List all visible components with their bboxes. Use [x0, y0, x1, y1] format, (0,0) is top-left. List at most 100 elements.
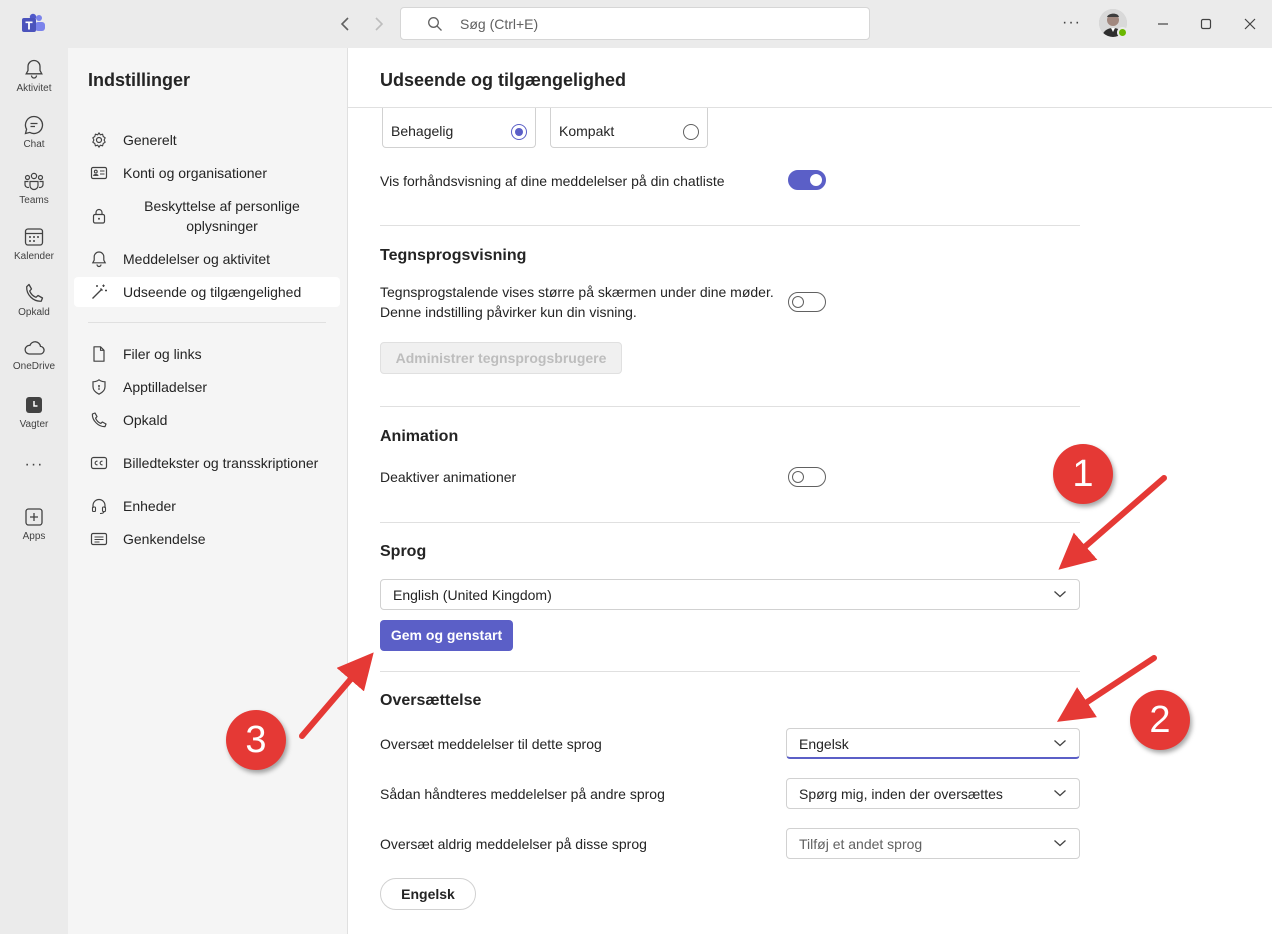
manage-sign-language-button[interactable]: Administrer tegnsprogsbrugere — [380, 342, 622, 374]
file-icon — [93, 346, 105, 362]
recognition-icon — [90, 532, 108, 546]
sidebar-item-label: Meddelelser og aktivitet — [123, 251, 271, 267]
shield-icon — [92, 379, 106, 395]
page-title: Udseende og tilgængelighed — [380, 70, 627, 90]
id-card-icon — [90, 166, 108, 180]
chevron-down-icon — [1054, 740, 1066, 747]
sidebar-item-label: Generelt — [123, 132, 177, 148]
sidebar-item-label: Beskyttelse af personlige oplysninger — [144, 198, 300, 234]
section-title-language: Sprog — [380, 543, 427, 560]
rail-more-icon[interactable]: ··· — [0, 456, 68, 474]
maximize-icon[interactable] — [1194, 12, 1218, 36]
translate-to-label: Oversæt meddelelser til dette sprog — [380, 736, 602, 752]
rail-label: Aktivitet — [16, 83, 52, 94]
preview-toggle[interactable] — [788, 170, 826, 190]
section-title-sign-language: Tegnsprogsvisning — [380, 247, 527, 264]
rail-label: OneDrive — [12, 361, 56, 372]
sign-language-description-1: Tegnsprogstalende vises større på skærme… — [380, 284, 774, 300]
never-translate-label: Oversæt aldrig meddelelser på disse spro… — [380, 836, 647, 852]
rail-item-teams[interactable]: Teams — [0, 170, 68, 206]
search-input[interactable]: Søg (Ctrl+E) — [400, 7, 870, 40]
app-rail: Aktivitet Chat Teams Kalender Opkald One… — [0, 48, 68, 934]
never-translate-dropdown[interactable]: Tilføj et andet sprog — [786, 828, 1080, 859]
sidebar-item-app-permissions[interactable]: Apptilladelser — [74, 372, 340, 402]
sidebar-title: Indstillinger — [88, 70, 191, 90]
section-divider — [380, 522, 1080, 523]
teams-logo-icon[interactable] — [22, 13, 46, 35]
annotation-badge-1: 1 — [1053, 444, 1113, 504]
more-options-icon[interactable]: ··· — [1062, 14, 1081, 32]
main-panel: Behagelig Kompakt Udseende og tilgængeli… — [348, 48, 1272, 934]
other-languages-dropdown[interactable]: Spørg mig, inden der oversættes — [786, 778, 1080, 809]
language-chip-english[interactable]: Engelsk — [380, 878, 476, 910]
density-option-label: Kompakt — [559, 123, 615, 139]
density-option-compact[interactable]: Kompakt — [550, 108, 708, 148]
bell-icon — [25, 59, 43, 79]
other-languages-value: Spørg mig, inden der oversættes — [799, 786, 1003, 802]
phone-icon — [91, 412, 107, 428]
radio-selected-icon[interactable] — [511, 124, 527, 140]
preview-toggle-label: Vis forhåndsvisning af dine meddelelser … — [380, 173, 725, 189]
section-divider — [380, 406, 1080, 407]
density-option-comfortable[interactable]: Behagelig — [382, 108, 536, 148]
sidebar-item-appearance[interactable]: Udseende og tilgængelighed — [74, 277, 340, 307]
search-icon — [428, 17, 442, 31]
rail-item-chat[interactable]: Chat — [0, 114, 68, 150]
rail-item-calendar[interactable]: Kalender — [0, 226, 68, 262]
add-apps-icon — [25, 508, 43, 526]
sidebar-item-general[interactable]: Generelt — [74, 125, 340, 155]
rail-item-apps[interactable]: Apps — [0, 506, 68, 542]
close-icon[interactable] — [1238, 12, 1262, 36]
rail-item-onedrive[interactable]: OneDrive — [0, 338, 68, 372]
sidebar-item-label: Enheder — [123, 498, 176, 514]
sidebar-item-accounts[interactable]: Konti og organisationer — [74, 158, 340, 188]
cc-icon — [90, 456, 108, 470]
disable-animations-label: Deaktiver animationer — [380, 469, 517, 485]
sidebar-item-devices[interactable]: Enheder — [74, 491, 340, 521]
disable-animations-toggle[interactable] — [788, 467, 826, 487]
rail-label: Kalender — [13, 251, 55, 262]
rail-label: Opkald — [18, 307, 50, 318]
translate-to-value: Engelsk — [799, 736, 849, 752]
rail-item-shifts[interactable]: Vagter — [0, 394, 68, 430]
sidebar-item-label: Udseende og tilgængelighed — [123, 284, 302, 300]
language-dropdown-value: English (United Kingdom) — [393, 587, 552, 603]
sidebar-item-captions[interactable]: Billedtekster og transskriptioner — [74, 448, 340, 478]
save-and-restart-button[interactable]: Gem og genstart — [380, 620, 513, 651]
sidebar-item-privacy[interactable]: Beskyttelse af personlige oplysninger — [74, 194, 340, 238]
forward-arrow-icon[interactable] — [366, 12, 390, 36]
rail-label: Chat — [23, 139, 45, 150]
translate-to-dropdown[interactable]: Engelsk — [786, 728, 1080, 759]
sidebar-item-calls[interactable]: Opkald — [74, 405, 340, 435]
sidebar-divider — [88, 322, 326, 323]
back-arrow-icon[interactable] — [334, 12, 358, 36]
minimize-icon[interactable] — [1151, 12, 1175, 36]
headset-icon — [91, 498, 107, 515]
chat-icon — [24, 115, 44, 135]
sidebar-item-recognition[interactable]: Genkendelse — [74, 524, 340, 554]
section-divider — [380, 225, 1080, 226]
lock-icon — [92, 208, 106, 224]
annotation-badge-2: 2 — [1130, 690, 1190, 750]
chevron-down-icon — [1054, 790, 1066, 797]
teams-icon — [24, 172, 44, 191]
sidebar-item-files[interactable]: Filer og links — [74, 339, 340, 369]
gear-icon — [92, 132, 106, 148]
sidebar-item-label: Konti og organisationer — [123, 165, 267, 181]
rail-item-activity[interactable]: Aktivitet — [0, 58, 68, 94]
rail-label: Teams — [19, 195, 49, 206]
sidebar-item-notifications[interactable]: Meddelelser og aktivitet — [74, 244, 340, 274]
magic-wand-icon — [92, 284, 107, 299]
sidebar-item-label: Billedtekster og transskriptioner — [123, 455, 319, 471]
sign-language-description-2: Denne indstilling påvirker kun din visni… — [380, 304, 637, 320]
language-dropdown[interactable]: English (United Kingdom) — [380, 579, 1080, 610]
never-translate-placeholder: Tilføj et andet sprog — [799, 836, 923, 852]
presence-available-icon — [1117, 27, 1128, 38]
sidebar-item-label: Opkald — [123, 412, 168, 428]
radio-unselected-icon[interactable] — [683, 124, 699, 140]
annotation-badge-3: 3 — [226, 710, 286, 770]
title-bar: Søg (Ctrl+E) ··· — [0, 0, 1272, 48]
rail-item-calls[interactable]: Opkald — [0, 282, 68, 318]
other-languages-label: Sådan håndteres meddelelser på andre spr… — [380, 786, 665, 802]
sign-language-toggle[interactable] — [788, 292, 826, 312]
